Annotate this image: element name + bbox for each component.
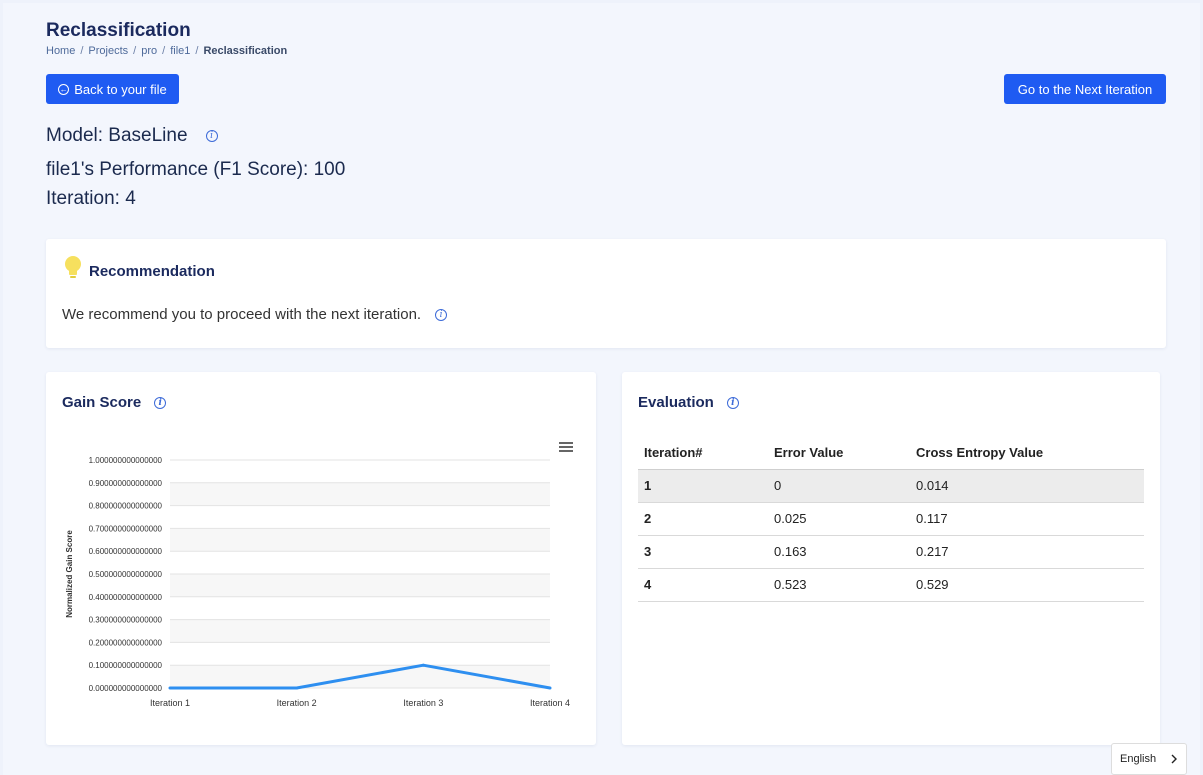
cross-entropy-cell: 0.117 — [910, 502, 1144, 536]
error-value-cell: 0 — [768, 469, 910, 503]
y-tick-label: 0.100000000000000 — [89, 661, 163, 670]
column-header: Cross Entropy Value — [910, 436, 1144, 470]
recommendation-text-row: We recommend you to proceed with the nex… — [62, 306, 448, 323]
error-value-cell: 0.163 — [768, 535, 910, 569]
y-tick-label: 0.800000000000000 — [89, 502, 163, 511]
breadcrumb-current: Reclassification — [203, 45, 288, 57]
iteration-cell: 1 — [638, 469, 768, 503]
evaluation-title-row: Evaluation i — [638, 394, 739, 411]
table-header-row: Iteration# Error Value Cross Entropy Val… — [638, 436, 1144, 470]
data-point — [421, 663, 425, 667]
x-tick-label: Iteration 1 — [150, 698, 190, 708]
x-tick-label: Iteration 3 — [403, 698, 443, 708]
y-axis-label: Normalized Gain Score — [65, 530, 74, 618]
back-button-label: Back to your file — [74, 81, 167, 97]
table-row: 3 0.163 0.217 — [638, 535, 1144, 569]
grid-band — [170, 482, 550, 506]
language-selector[interactable]: English — [1111, 743, 1187, 775]
breadcrumb-separator: / — [195, 45, 199, 57]
grid-band — [170, 574, 550, 597]
y-tick-label: 0.400000000000000 — [89, 593, 163, 602]
error-value-cell: 0.523 — [768, 568, 910, 602]
breadcrumb-separator: / — [133, 45, 137, 57]
y-tick-label: 0.000000000000000 — [89, 684, 163, 693]
iteration-text: Iteration: 4 — [46, 188, 136, 209]
next-button-label: Go to the Next Iteration — [1017, 81, 1153, 97]
breadcrumb-projects[interactable]: Projects — [88, 45, 128, 57]
y-tick-label: 0.300000000000000 — [89, 616, 163, 625]
breadcrumb-home[interactable]: Home — [46, 45, 75, 57]
breadcrumb-separator: / — [162, 45, 166, 57]
page-container: Reclassification Home / Projects / pro /… — [3, 3, 1200, 775]
breadcrumb-file[interactable]: file1 — [170, 45, 190, 57]
performance-line: file1's Performance (F1 Score): 100 — [46, 159, 345, 181]
recommendation-title: Recommendation — [89, 263, 215, 280]
breadcrumb-project[interactable]: pro — [141, 45, 157, 57]
iteration-cell: 4 — [638, 568, 768, 602]
lightbulb-icon — [65, 256, 81, 278]
table-row: 1 0 0.014 — [638, 469, 1144, 503]
next-iteration-button[interactable]: Go to the Next Iteration — [1004, 74, 1166, 104]
iteration-line: Iteration: 4 — [46, 188, 136, 210]
cross-entropy-cell: 0.014 — [910, 469, 1144, 503]
iteration-cell: 3 — [638, 535, 768, 569]
y-tick-label: 0.200000000000000 — [89, 638, 163, 647]
info-icon[interactable]: i — [435, 308, 448, 321]
info-icon[interactable]: i — [205, 130, 218, 142]
grid-band — [170, 619, 550, 643]
evaluation-table: Iteration# Error Value Cross Entropy Val… — [638, 436, 1144, 602]
performance-text: file1's Performance (F1 Score): 100 — [46, 159, 346, 180]
x-tick-label: Iteration 4 — [530, 698, 570, 708]
column-header: Iteration# — [638, 436, 768, 470]
column-header: Error Value — [768, 436, 910, 470]
data-point — [548, 686, 552, 690]
error-value-cell: 0.025 — [768, 502, 910, 536]
gain-score-card: Gain Score i 0.000000000000000 0.10000000… — [46, 372, 596, 745]
iteration-cell: 2 — [638, 502, 768, 536]
cross-entropy-cell: 0.529 — [910, 568, 1144, 602]
cross-entropy-cell: 0.217 — [910, 535, 1144, 569]
page-title: Reclassification — [46, 20, 191, 41]
data-point — [168, 686, 172, 690]
grid-band — [170, 528, 550, 552]
evaluation-card: Evaluation i Iteration# Error Value Cros… — [622, 372, 1160, 745]
y-tick-label: 0.500000000000000 — [89, 570, 163, 579]
arrow-left-circle-icon: ← — [58, 83, 70, 95]
language-label: English — [1120, 753, 1157, 765]
model-name: Model: BaseLine i — [46, 125, 218, 147]
chevron-right-icon — [1171, 754, 1178, 764]
x-tick-label: Iteration 2 — [277, 698, 317, 708]
model-name-text: Model: BaseLine — [46, 125, 188, 146]
evaluation-title: Evaluation — [638, 394, 714, 411]
table-row: 4 0.523 0.529 — [638, 568, 1144, 602]
breadcrumb: Home / Projects / pro / file1 / Reclassi… — [46, 45, 287, 57]
data-point — [295, 686, 299, 690]
y-tick-label: 0.600000000000000 — [89, 547, 163, 556]
recommendation-text: We recommend you to proceed with the nex… — [62, 306, 422, 323]
back-to-file-button[interactable]: ← Back to your file — [46, 74, 179, 104]
gain-score-chart: 0.000000000000000 0.100000000000000 0.2000… — [65, 456, 570, 708]
y-tick-label: 1.000000000000000 — [89, 456, 163, 465]
table-row: 2 0.025 0.117 — [638, 502, 1144, 536]
y-tick-label: 0.900000000000000 — [89, 479, 163, 488]
y-tick-label: 0.700000000000000 — [89, 524, 163, 533]
breadcrumb-separator: / — [80, 45, 84, 57]
recommendation-card: Recommendation We recommend you to proce… — [46, 239, 1166, 348]
info-icon[interactable]: i — [726, 396, 739, 409]
